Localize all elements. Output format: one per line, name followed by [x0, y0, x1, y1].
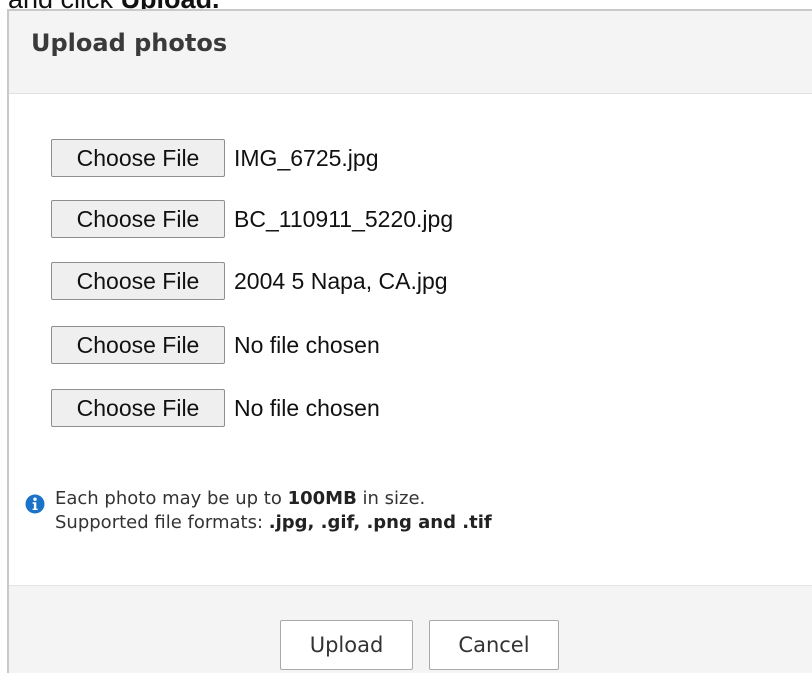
choose-file-button-4[interactable]: Choose File: [51, 326, 225, 364]
info-text: Each photo may be up to 100MB in size. S…: [55, 487, 492, 535]
info-icon: [25, 494, 45, 514]
dialog-header: Upload photos: [9, 11, 812, 94]
dialog-title: Upload photos: [31, 29, 228, 57]
info-formats-value: .jpg, .gif, .png and .tif: [268, 512, 492, 533]
file-name-4: No file chosen: [234, 331, 380, 358]
choose-file-button-2[interactable]: Choose File: [51, 200, 225, 238]
info-line-size: Each photo may be up to 100MB in size.: [55, 487, 492, 511]
cancel-button[interactable]: Cancel: [429, 620, 559, 670]
file-input-row-1: Choose File IMG_6725.jpg: [51, 139, 378, 177]
file-name-2: BC_110911_5220.jpg: [234, 205, 454, 232]
choose-file-button-3[interactable]: Choose File: [51, 262, 225, 300]
choose-file-button-1[interactable]: Choose File: [51, 139, 225, 177]
upload-button[interactable]: Upload: [280, 620, 413, 670]
file-input-row-5: Choose File No file chosen: [51, 389, 380, 427]
file-size-info: Each photo may be up to 100MB in size. S…: [25, 487, 492, 535]
file-input-row-4: Choose File No file chosen: [51, 326, 380, 364]
choose-file-button-5[interactable]: Choose File: [51, 389, 225, 427]
dialog-footer: Upload Cancel: [9, 585, 812, 673]
file-input-row-3: Choose File 2004 5 Napa, CA.jpg: [51, 262, 448, 300]
info-size-suffix: in size.: [356, 488, 426, 509]
info-line-formats: Supported file formats: .jpg, .gif, .png…: [55, 511, 492, 535]
upload-photos-dialog: Upload photos Choose File IMG_6725.jpg C…: [7, 9, 812, 673]
info-size-value: 100MB: [287, 488, 357, 509]
file-name-3: 2004 5 Napa, CA.jpg: [234, 267, 448, 294]
info-size-prefix: Each photo may be up to: [55, 488, 288, 509]
file-name-5: No file chosen: [234, 394, 380, 421]
file-name-1: IMG_6725.jpg: [234, 144, 379, 171]
info-formats-prefix: Supported file formats:: [55, 512, 269, 533]
file-input-row-2: Choose File BC_110911_5220.jpg: [51, 200, 453, 238]
